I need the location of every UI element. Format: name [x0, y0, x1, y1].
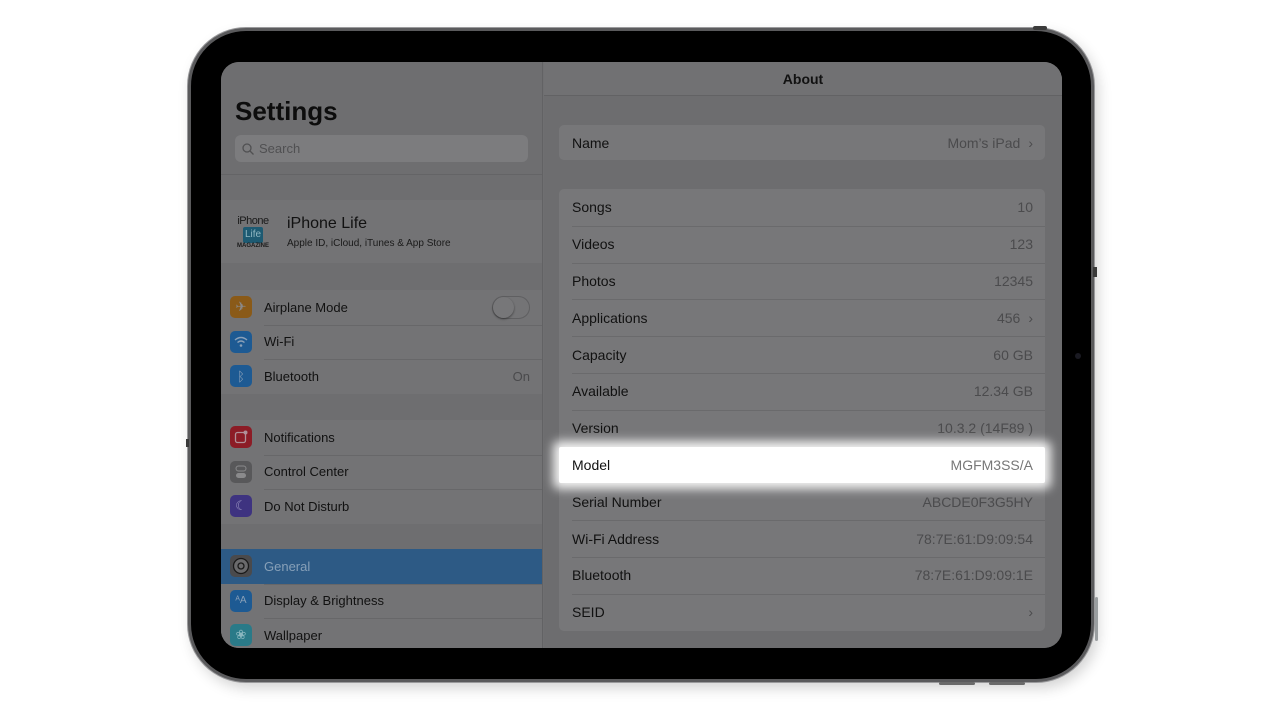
row-value: 456: [996, 309, 1021, 326]
row-label: Applications: [572, 309, 648, 326]
mic-notch: [186, 439, 189, 447]
sidebar-item-bluetooth[interactable]: ᛒ Bluetooth On: [221, 359, 542, 394]
search-input[interactable]: Search: [235, 135, 528, 162]
bluetooth-icon: ᛒ: [230, 365, 252, 388]
search-placeholder: Search: [259, 141, 301, 156]
power-button: [1033, 26, 1047, 30]
bluetooth-status: On: [512, 368, 530, 384]
row-value: ABCDE0F3G5HY: [922, 493, 1033, 510]
row-label: Photos: [572, 272, 616, 289]
ipad-screen: Settings Search iPhone Life MAGAZINE iPh…: [221, 62, 1062, 648]
sidebar-item-label: Display & Brightness: [264, 593, 384, 609]
row-value: 123: [1009, 236, 1033, 253]
name-card: Name Mom’s iPad ›: [559, 125, 1045, 160]
divider: [221, 174, 542, 175]
sidebar-item-wifi[interactable]: Wi-Fi: [221, 324, 542, 360]
about-row-songs: Songs 10: [559, 189, 1045, 226]
about-row-applications[interactable]: Applications 456 ›: [559, 299, 1045, 336]
sidebar-item-label: Notifications: [264, 429, 335, 445]
general-group: General ᴬA Display & Brightness ❀ Wallpa…: [221, 549, 542, 648]
apple-id-profile[interactable]: iPhone Life MAGAZINE iPhone Life Apple I…: [221, 200, 542, 263]
row-label: Version: [572, 420, 619, 437]
sidebar-item-label: Airplane Mode: [264, 299, 348, 315]
row-value: 12.34 GB: [973, 383, 1033, 400]
about-row-videos: Videos 123: [559, 225, 1045, 263]
profile-name: iPhone Life: [287, 214, 368, 232]
settings-sidebar: Settings Search iPhone Life MAGAZINE iPh…: [221, 62, 543, 648]
about-row-name[interactable]: Name Mom’s iPad ›: [559, 125, 1045, 160]
about-row-capacity: Capacity 60 GB: [559, 336, 1045, 373]
about-row-serial-number: Serial Number ABCDE0F3G5HY: [559, 483, 1045, 520]
sidebar-item-label: Wallpaper: [264, 627, 323, 643]
sidebar-item-control-center[interactable]: Control Center: [221, 454, 542, 490]
sidebar-item-label: Bluetooth: [264, 368, 319, 384]
chevron-right-icon: ›: [1028, 134, 1033, 151]
logo-text-top: iPhone: [237, 214, 269, 227]
row-label: Songs: [572, 199, 612, 216]
about-nav-title: About: [544, 62, 1062, 96]
volume-down-button: [989, 682, 1025, 685]
row-label: Name: [572, 134, 610, 151]
sidebar-item-label: Control Center: [264, 464, 349, 480]
connectivity-group: ✈ Airplane Mode Wi-Fi ᛒ Bluetooth On: [221, 290, 542, 394]
about-pane: About Name Mom’s iPad › Songs 10 Videos 1…: [544, 62, 1062, 648]
smart-connector: [1095, 597, 1098, 641]
logo-text-mid: Life: [243, 226, 263, 243]
about-row-photos: Photos 12345: [559, 262, 1045, 300]
about-row-seid[interactable]: SEID ›: [559, 593, 1045, 631]
sidebar-item-label: General: [264, 558, 311, 574]
about-row-model-highlighted: Model MGFM3SS/A: [559, 446, 1045, 484]
about-row-version: Version 10.3.2 (14F89 ): [559, 409, 1045, 447]
sidebar-item-label: Do Not Disturb: [264, 498, 350, 514]
row-label: Wi-Fi Address: [572, 530, 660, 547]
moon-icon: ☾: [230, 495, 252, 518]
sidebar-item-airplane-mode[interactable]: ✈ Airplane Mode: [221, 290, 542, 325]
row-label: SEID: [572, 604, 605, 621]
chevron-right-icon: ›: [1028, 309, 1033, 326]
search-icon: [241, 142, 255, 156]
logo-text-bottom: MAGAZINE: [237, 242, 269, 249]
row-label: Model: [572, 456, 611, 473]
row-label: Bluetooth: [572, 567, 632, 584]
sidebar-item-notifications[interactable]: Notifications: [221, 420, 542, 455]
iphone-life-logo-icon: iPhone Life MAGAZINE: [233, 207, 273, 257]
about-row-bluetooth: Bluetooth 78:7E:61:D9:09:1E: [559, 556, 1045, 594]
row-value: 78:7E:61:D9:09:54: [916, 530, 1033, 547]
row-label: Serial Number: [572, 493, 662, 510]
profile-subtitle: Apple ID, iCloud, iTunes & App Store: [287, 237, 451, 249]
row-value: 12345: [994, 272, 1033, 289]
sidebar-title: Settings: [235, 96, 338, 126]
sidebar-item-wallpaper[interactable]: ❀ Wallpaper: [221, 618, 542, 648]
row-value: 10: [1017, 199, 1033, 216]
sidebar-item-display-brightness[interactable]: ᴬA Display & Brightness: [221, 583, 542, 619]
row-value: 78:7E:61:D9:09:1E: [914, 567, 1033, 584]
about-row-available: Available 12.34 GB: [559, 372, 1045, 410]
about-row-wifi-address: Wi-Fi Address 78:7E:61:D9:09:54: [559, 520, 1045, 557]
row-value: 10.3.2 (14F89 ): [937, 420, 1033, 437]
system-group: Notifications Control Center ☾ Do Not Di…: [221, 420, 542, 524]
row-label: Capacity: [572, 346, 627, 363]
sidebar-item-general[interactable]: General: [221, 549, 542, 584]
airplane-mode-toggle[interactable]: [492, 295, 530, 319]
info-card: Songs 10 Videos 123 Photos 12345 Applica…: [559, 189, 1045, 631]
sidebar-item-do-not-disturb[interactable]: ☾ Do Not Disturb: [221, 489, 542, 524]
control-center-icon: [230, 460, 252, 483]
airplane-icon: ✈: [230, 296, 252, 319]
camera-icon: [1075, 353, 1081, 359]
row-label: Available: [572, 383, 629, 400]
side-notch: [1093, 267, 1097, 277]
row-value: Mom’s iPad: [947, 134, 1021, 151]
row-label: Videos: [572, 236, 615, 253]
notifications-icon: [230, 426, 252, 449]
row-value: 60 GB: [993, 346, 1033, 363]
wifi-icon: [230, 330, 252, 353]
gear-icon: [230, 555, 252, 578]
chevron-right-icon: ›: [1028, 604, 1033, 621]
volume-up-button: [939, 682, 975, 685]
row-value: MGFM3SS/A: [950, 456, 1033, 473]
display-brightness-icon: ᴬA: [230, 589, 252, 612]
wallpaper-flower-icon: ❀: [230, 624, 252, 647]
sidebar-item-label: Wi-Fi: [264, 334, 295, 350]
